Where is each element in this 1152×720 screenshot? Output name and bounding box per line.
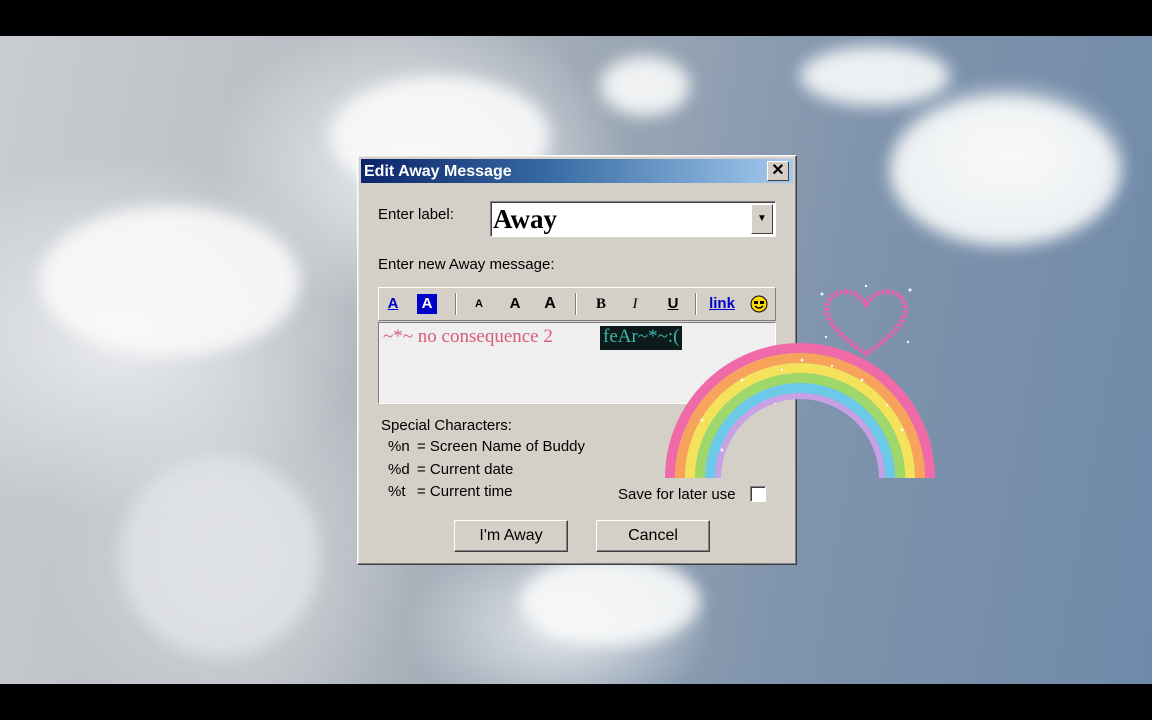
formatting-toolbar: A A A A A B I U link bbox=[378, 287, 776, 321]
italic-button[interactable]: I bbox=[625, 294, 645, 314]
underline-button[interactable]: U bbox=[663, 294, 683, 314]
heart-glitter-icon bbox=[820, 284, 912, 358]
font-larger-button[interactable]: A bbox=[537, 294, 563, 314]
cancel-button[interactable]: Cancel bbox=[596, 520, 710, 552]
background-color-button[interactable]: A bbox=[417, 294, 437, 314]
special-char-code: %t bbox=[388, 483, 406, 500]
special-char-desc: = Screen Name of Buddy bbox=[417, 438, 586, 455]
letterbox-bottom bbox=[0, 684, 1152, 720]
special-char-code: %d bbox=[388, 461, 410, 478]
font-normal-button[interactable]: A bbox=[505, 294, 525, 314]
special-char-code: %n bbox=[388, 438, 410, 455]
smiley-button[interactable] bbox=[749, 294, 769, 314]
link-button[interactable]: link bbox=[705, 294, 739, 314]
label-prompt: Enter label: bbox=[378, 206, 454, 223]
close-icon: ✕ bbox=[771, 162, 785, 179]
im-away-button[interactable]: I'm Away bbox=[454, 520, 568, 552]
special-char-desc: = Current time bbox=[417, 483, 513, 500]
label-select-value: Away bbox=[493, 204, 557, 234]
label-select[interactable]: Away ▼ bbox=[490, 201, 776, 237]
smiley-icon bbox=[750, 295, 768, 313]
toolbar-separator bbox=[575, 293, 577, 315]
letterbox-top bbox=[0, 0, 1152, 36]
toolbar-separator bbox=[695, 293, 697, 315]
text-color-button[interactable]: A bbox=[385, 294, 401, 314]
save-for-later-label: Save for later use bbox=[618, 486, 736, 503]
save-for-later-checkbox[interactable] bbox=[750, 486, 766, 502]
chevron-down-icon: ▼ bbox=[757, 213, 767, 224]
font-smaller-button[interactable]: A bbox=[467, 294, 491, 314]
message-prompt: Enter new Away message: bbox=[378, 256, 555, 273]
title-bar[interactable]: Edit Away Message ✕ bbox=[361, 159, 793, 183]
message-text: ~*~ no consequence 2 bbox=[383, 326, 553, 347]
special-char-desc: = Current date bbox=[417, 461, 514, 478]
bold-button[interactable]: B bbox=[591, 294, 611, 314]
label-select-dropdown-button[interactable]: ▼ bbox=[751, 204, 773, 234]
special-characters-heading: Special Characters: bbox=[381, 417, 512, 434]
close-button[interactable]: ✕ bbox=[767, 161, 789, 181]
dialog-title: Edit Away Message bbox=[364, 163, 512, 180]
rainbow-glitter-icon bbox=[665, 343, 935, 479]
toolbar-separator bbox=[455, 293, 457, 315]
